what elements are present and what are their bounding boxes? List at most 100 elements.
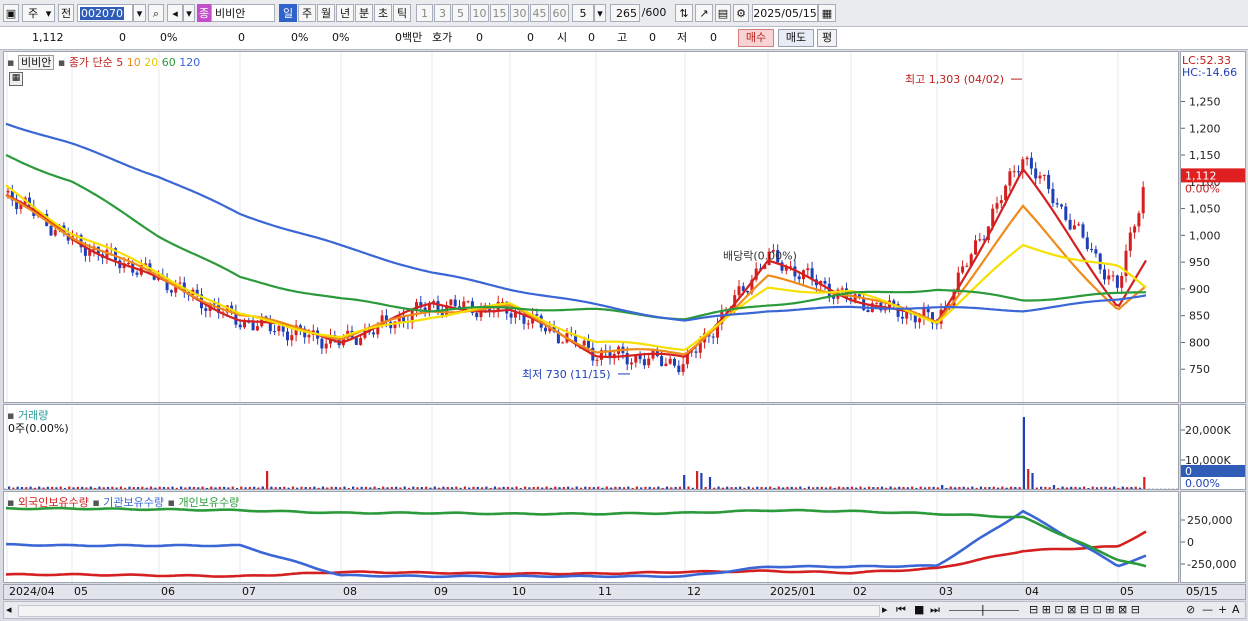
- y-tick-label: 250,000: [1187, 514, 1233, 527]
- window-icon[interactable]: ▣: [3, 4, 19, 22]
- interval-value[interactable]: 5: [572, 4, 594, 22]
- legend-ma-60[interactable]: 60: [162, 56, 176, 69]
- legend-individual[interactable]: 개인보유수량: [178, 496, 239, 509]
- save-icon[interactable]: ▤: [715, 4, 731, 22]
- volume-bar: [343, 486, 346, 489]
- period-tab-1[interactable]: 주: [298, 4, 316, 22]
- legend-ma-20[interactable]: 20: [144, 56, 158, 69]
- volume-bar: [558, 487, 561, 489]
- legend-ma-5[interactable]: 5: [116, 56, 123, 69]
- zoom-out-icon[interactable]: ⊘: [1186, 603, 1195, 617]
- period-tab-6[interactable]: 틱: [393, 4, 411, 22]
- volume-bar: [868, 486, 871, 489]
- table-view-icon[interactable]: ▦: [9, 72, 23, 86]
- legend-institution[interactable]: 기관보유수량: [103, 496, 164, 509]
- stock-code-input[interactable]: 002070: [77, 4, 133, 22]
- interval-button-4[interactable]: 15: [490, 4, 509, 22]
- price-chart-pane[interactable]: 최고 1,303 (04/02) 최저 730 (11/15) 배당락(0.00%)…: [3, 51, 1179, 403]
- stop-icon[interactable]: ■: [914, 603, 924, 617]
- prefix-button[interactable]: 전: [58, 4, 74, 22]
- buy-button[interactable]: 매수: [738, 29, 774, 47]
- volume-bar: [588, 487, 591, 489]
- settings-arrows-icon[interactable]: ⇅: [675, 4, 693, 22]
- volume-bar: [592, 487, 595, 489]
- candle-body: [638, 355, 642, 360]
- candle-body: [290, 335, 294, 341]
- volume-bar: [760, 486, 763, 489]
- candle-body: [1077, 224, 1081, 226]
- volume-bar: [25, 487, 28, 489]
- search-icon[interactable]: ⌕: [148, 4, 164, 22]
- candle-body: [535, 314, 539, 316]
- gear-icon[interactable]: ⚙: [733, 4, 749, 22]
- legend-ma-120[interactable]: 120: [179, 56, 200, 69]
- volume-bar: [442, 486, 445, 489]
- y-tick-label: 900: [1189, 283, 1210, 296]
- period-tab-0[interactable]: 일: [279, 4, 297, 22]
- scroll-right-icon[interactable]: ▸: [882, 603, 888, 617]
- date-input[interactable]: 2025/05/15: [752, 4, 818, 22]
- holdings-pane[interactable]: ▪ 외국인보유수량 ▪ 기관보유수량 ▪ 개인보유수량: [3, 491, 1179, 583]
- volume-axis-ticks: 20,000K10,000K00.00%: [1181, 424, 1245, 489]
- period-tab-4[interactable]: 분: [355, 4, 373, 22]
- volume-bar: [124, 487, 127, 489]
- interval-button-0[interactable]: 1: [416, 4, 433, 22]
- volume-bar: [1087, 487, 1090, 489]
- tool-icons[interactable]: ⊟ ⊞ ⊡ ⊠ ⊟ ⊡ ⊞ ⊠ ⊟: [1029, 603, 1140, 617]
- period-main-select[interactable]: 주: [22, 4, 44, 22]
- speaker-icon[interactable]: ◂: [167, 4, 183, 22]
- candle-body: [354, 337, 358, 345]
- y-tick-label: 850: [1189, 310, 1210, 323]
- volume-bar: [59, 486, 62, 489]
- eval-button[interactable]: 평: [817, 29, 837, 47]
- period-tab-5[interactable]: 초: [374, 4, 392, 22]
- interval-button-1[interactable]: 3: [434, 4, 451, 22]
- volume-bar: [12, 487, 15, 489]
- candle-body: [978, 239, 982, 241]
- volume-bar: [1044, 486, 1047, 489]
- count-input[interactable]: 265: [610, 4, 640, 22]
- interval-button-7[interactable]: 60: [550, 4, 569, 22]
- calendar-icon[interactable]: ▦: [818, 4, 836, 22]
- legend-ma-type[interactable]: 종가 단순: [69, 56, 113, 69]
- stock-name-field[interactable]: 비비안: [211, 4, 275, 22]
- zoom-handle-icon[interactable]: |: [981, 603, 985, 617]
- period-tab-2[interactable]: 월: [317, 4, 335, 22]
- legend-marker-icon: ▪: [92, 496, 100, 509]
- volume-bar: [248, 486, 251, 489]
- scroll-left-icon[interactable]: ◂: [6, 603, 12, 617]
- interval-button-6[interactable]: 45: [530, 4, 549, 22]
- volume-bar: [1027, 469, 1030, 489]
- play-icon[interactable]: ⏭: [930, 603, 940, 617]
- volume-bar: [640, 487, 643, 489]
- scrollbar-track[interactable]: [18, 605, 880, 617]
- volume-pane[interactable]: ▪ 거래량 0주(0.00%): [3, 404, 1179, 490]
- legend-stock-name[interactable]: 비비안: [17, 55, 55, 70]
- legend-foreign[interactable]: 외국인보유수량: [18, 496, 89, 509]
- font-size-icon[interactable]: A: [1232, 603, 1240, 617]
- interval-dropdown-icon[interactable]: ▾: [594, 4, 606, 22]
- sell-button[interactable]: 매도: [778, 29, 814, 47]
- rewind-icon[interactable]: ⏮: [896, 603, 906, 617]
- speaker-dropdown-icon[interactable]: ▾: [183, 4, 195, 22]
- holdings-legend: ▪ 외국인보유수량 ▪ 기관보유수량 ▪ 개인보유수량: [7, 494, 239, 510]
- code-dropdown-icon[interactable]: ▾: [133, 4, 146, 22]
- volume-bar: [29, 486, 32, 489]
- interval-button-5[interactable]: 30: [510, 4, 529, 22]
- chevron-down-icon[interactable]: ▾: [43, 4, 55, 22]
- volume-bar: [1113, 486, 1116, 489]
- volume-bar: [227, 487, 230, 489]
- interval-button-3[interactable]: 10: [470, 4, 489, 22]
- candle-body: [900, 316, 904, 319]
- legend-ma-10[interactable]: 10: [127, 56, 141, 69]
- volume-bar: [1138, 487, 1142, 489]
- interval-button-2[interactable]: 5: [452, 4, 469, 22]
- volume-bar: [739, 486, 742, 489]
- volume-bar: [81, 486, 84, 489]
- draw-tool-icon[interactable]: ↗: [695, 4, 713, 22]
- minus-icon[interactable]: —: [1202, 603, 1213, 617]
- open-value: 0: [588, 31, 595, 44]
- plus-icon[interactable]: +: [1218, 603, 1227, 617]
- candle-body: [286, 331, 289, 341]
- period-tab-3[interactable]: 년: [336, 4, 354, 22]
